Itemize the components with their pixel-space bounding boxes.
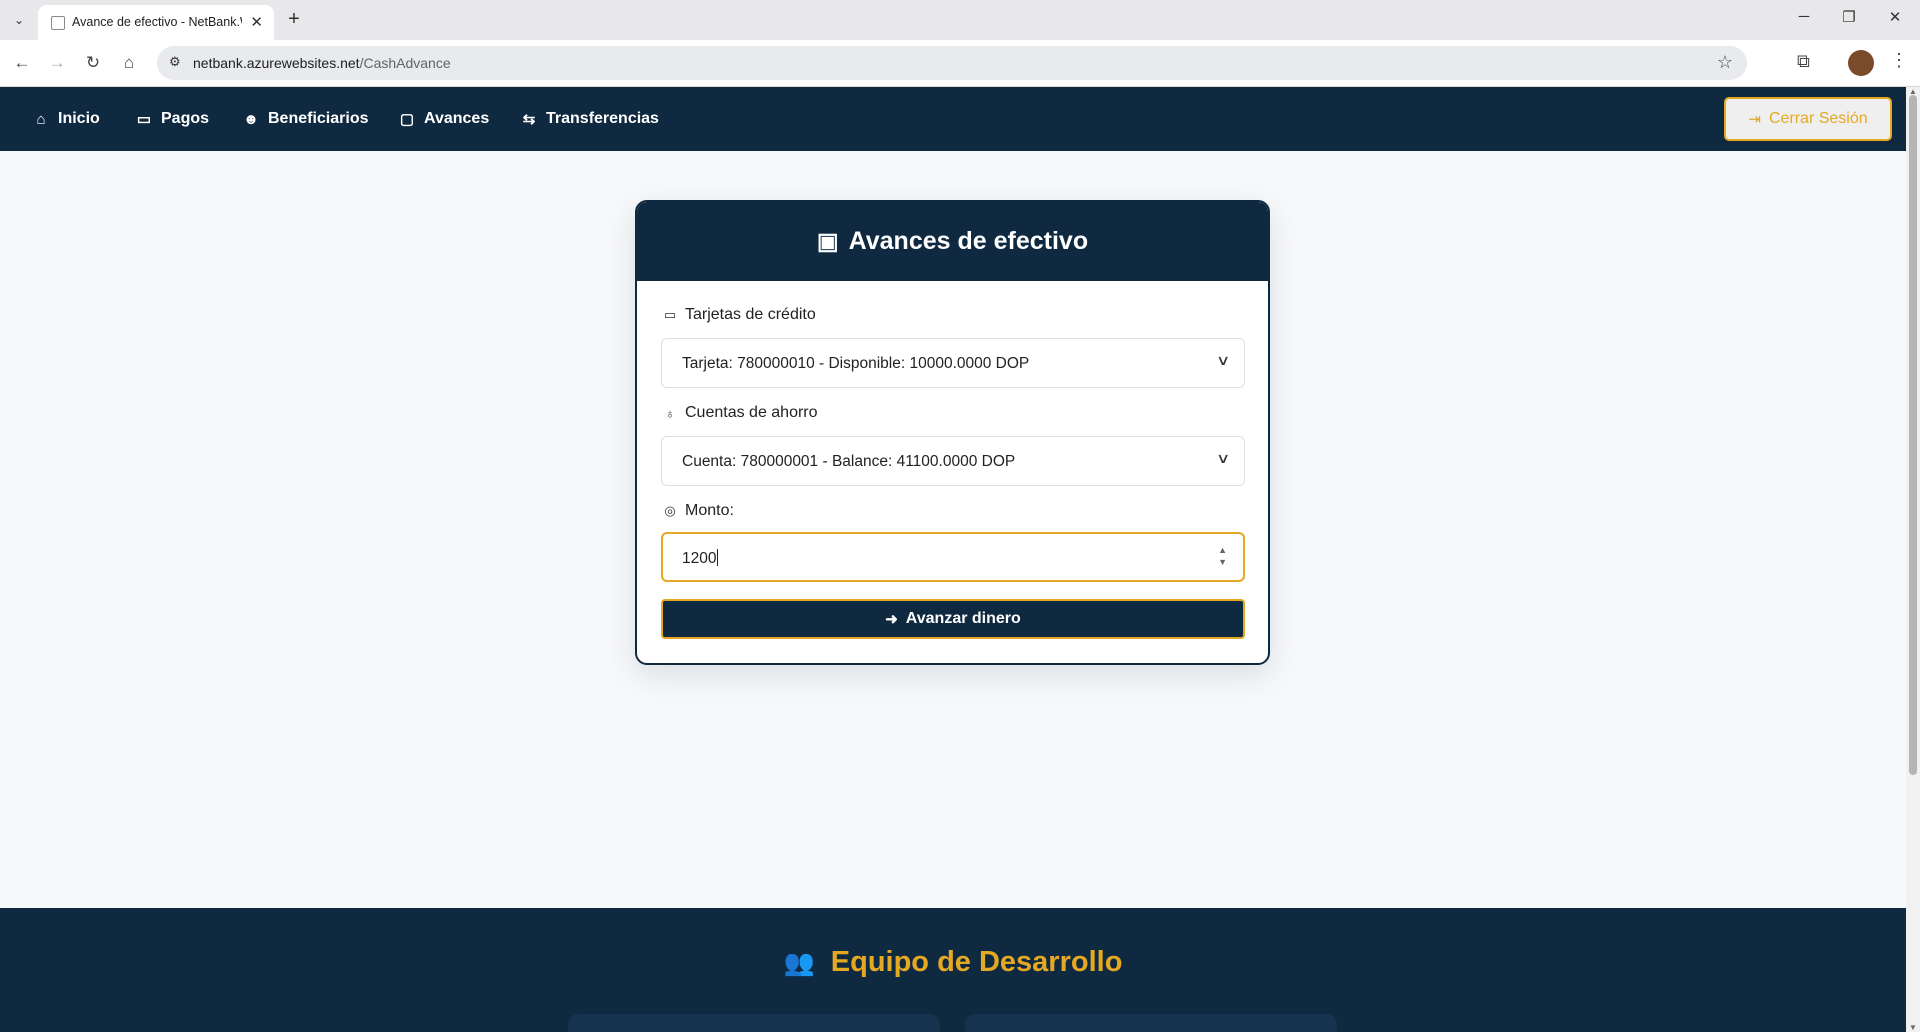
credit-card-select[interactable]: Tarjeta: 780000010 - Disponible: 10000.0… xyxy=(661,338,1245,388)
person-lines-icon: ☻ xyxy=(243,110,259,128)
chevron-down-icon: ∨ xyxy=(1215,450,1231,466)
address-toolbar: ← → ↻ ⌂ ⚙ netbank.azurewebsites.net/Cash… xyxy=(0,40,1920,87)
star-icon[interactable]: ☆ xyxy=(1717,52,1733,73)
reload-icon[interactable]: ↻ xyxy=(82,52,104,74)
logout-button[interactable]: ⇥ Cerrar Sesión xyxy=(1724,97,1892,141)
footer: 👥 Equipo de Desarrollo xyxy=(0,908,1906,1032)
team-member-card xyxy=(568,1014,940,1032)
people-icon: 👥 xyxy=(783,949,815,977)
coin-icon: ◎ xyxy=(664,503,676,518)
logout-icon: ⇥ xyxy=(1748,111,1761,128)
profile-avatar[interactable] xyxy=(1848,50,1874,76)
amount-input[interactable]: 1200 ▲ ▼ xyxy=(661,532,1245,582)
browser-tab[interactable]: Avance de efectivo - NetBank.W ✕ xyxy=(38,5,274,40)
footer-title: 👥 Equipo de Desarrollo xyxy=(783,946,1123,978)
savings-account-label: ♁ Cuentas de ahorro xyxy=(661,404,817,422)
savings-account-select[interactable]: Cuenta: 780000001 - Balance: 41100.0000 … xyxy=(661,436,1245,486)
credit-card-label: ▭ Tarjetas de crédito xyxy=(661,306,816,324)
arrow-left-right-icon: ⇆ xyxy=(522,111,536,128)
number-spinner[interactable]: ▲ ▼ xyxy=(1218,544,1227,568)
savings-account-selected: Cuenta: 780000001 - Balance: 41100.0000 … xyxy=(682,453,1016,470)
home-icon[interactable]: ⌂ xyxy=(118,52,140,74)
wallet-icon: ▢ xyxy=(399,111,415,128)
advance-money-button[interactable]: ➜ Avanzar dinero xyxy=(661,599,1245,639)
nav-item-inicio[interactable]: ⌂ Inicio xyxy=(32,87,99,151)
back-icon[interactable]: ← xyxy=(11,52,33,74)
cash-icon: ▣ xyxy=(816,228,839,254)
credit-card-icon: ▭ xyxy=(136,111,152,128)
nav-item-transferencias[interactable]: ⇆ Transferencias xyxy=(520,87,659,151)
nav-item-beneficiarios[interactable]: ☻ Beneficiarios xyxy=(242,87,368,151)
close-window-icon[interactable]: ✕ xyxy=(1880,8,1910,26)
tab-search-icon[interactable]: ⌄ xyxy=(8,10,30,30)
scroll-down-icon[interactable]: ▼ xyxy=(1909,1023,1917,1032)
credit-card-icon: ▭ xyxy=(663,307,677,322)
page-scrollbar[interactable]: ▲ ▼ xyxy=(1906,87,1920,1032)
close-icon[interactable]: ✕ xyxy=(250,13,263,31)
minimize-icon[interactable]: ─ xyxy=(1789,8,1819,25)
chevron-down-icon: ∨ xyxy=(1215,352,1231,368)
cash-advance-card: ▣ Avances de efectivo ▭ Tarjetas de créd… xyxy=(635,200,1270,665)
menu-icon[interactable]: ⋮ xyxy=(1890,50,1908,71)
team-member-card xyxy=(965,1014,1337,1032)
amount-label: ◎ Monto: xyxy=(661,502,734,520)
page-viewport: ⌂ Inicio ▭ Pagos ☻ Beneficiarios ▢ Avanc… xyxy=(0,87,1906,1032)
site-info-icon[interactable]: ⚙ xyxy=(169,54,181,70)
nav-item-pagos[interactable]: ▭ Pagos xyxy=(135,87,209,151)
card-title: Avances de efectivo xyxy=(848,227,1089,255)
credit-card-selected: Tarjeta: 780000010 - Disponible: 10000.0… xyxy=(682,355,1030,372)
maximize-icon[interactable]: ❐ xyxy=(1834,8,1864,26)
forward-icon[interactable]: → xyxy=(46,52,68,74)
url-bar[interactable]: ⚙ netbank.azurewebsites.net/CashAdvance … xyxy=(157,46,1747,80)
browser-tab-bar: ⌄ Avance de efectivo - NetBank.W ✕ + ─ ❐… xyxy=(0,0,1920,40)
text-caret xyxy=(717,549,719,566)
top-navbar: ⌂ Inicio ▭ Pagos ☻ Beneficiarios ▢ Avanc… xyxy=(0,87,1906,151)
amount-value: 1200 xyxy=(682,550,717,567)
extensions-icon[interactable]: ⧉ xyxy=(1797,51,1810,72)
arrow-right-circle-icon: ➜ xyxy=(885,611,898,628)
new-tab-icon[interactable]: + xyxy=(281,8,307,32)
card-header: ▣ Avances de efectivo xyxy=(637,202,1268,281)
tab-title: Avance de efectivo - NetBank.W xyxy=(72,15,242,29)
nav-item-avances[interactable]: ▢ Avances xyxy=(398,87,489,151)
home-icon: ⌂ xyxy=(36,110,46,128)
url-text[interactable]: netbank.azurewebsites.net/CashAdvance xyxy=(193,55,451,71)
favicon-icon xyxy=(51,16,65,30)
scroll-thumb[interactable] xyxy=(1909,95,1917,775)
piggy-bank-icon: ♁ xyxy=(665,405,675,421)
